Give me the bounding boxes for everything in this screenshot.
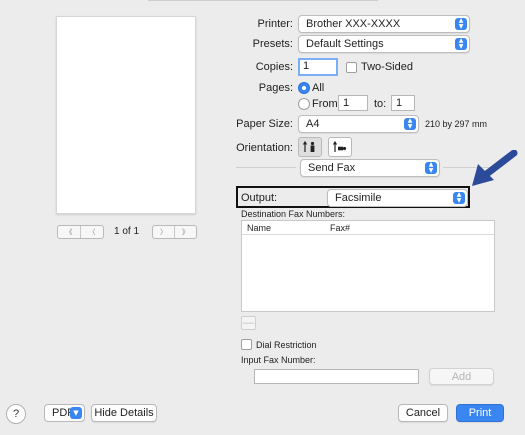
column-header-name: Name xyxy=(247,223,272,233)
pdf-menu-button[interactable]: PDF ▼ xyxy=(44,404,85,422)
section-menu-value: Send Fax xyxy=(308,162,356,174)
portrait-orientation-icon xyxy=(302,140,315,152)
destination-label: Destination Fax Numbers: xyxy=(241,209,346,219)
pages-to-label: to: xyxy=(374,98,387,110)
table-header: Name Fax# xyxy=(242,221,494,235)
chevron-updown-icon: ▲ ▼ xyxy=(453,192,465,204)
chevron-updown-icon: ▲ ▼ xyxy=(455,18,467,30)
dial-restriction-label: Dial Restriction xyxy=(256,340,317,350)
paper-size-value: A4 xyxy=(306,118,320,130)
output-label: Output: xyxy=(241,192,278,204)
arrow-callout-icon xyxy=(472,150,518,186)
landscape-orientation-button[interactable] xyxy=(328,137,352,157)
pages-label: Pages: xyxy=(258,82,293,94)
pages-all-label: All xyxy=(312,82,325,94)
last-page-button[interactable]: 》 xyxy=(174,226,196,238)
pages-from-radio[interactable] xyxy=(298,98,310,110)
presets-select[interactable]: Default Settings ▲ ▼ xyxy=(298,35,470,53)
preview-back-buttons[interactable]: 《 〈 xyxy=(57,225,104,239)
page-indicator: 1 of 1 xyxy=(114,226,140,237)
next-page-button[interactable]: 〉 xyxy=(153,226,174,238)
pages-from-input[interactable]: 1 xyxy=(338,95,368,111)
dial-restriction-checkbox[interactable] xyxy=(241,339,252,350)
preview-forward-buttons[interactable]: 〉 》 xyxy=(152,225,197,239)
add-number-button[interactable]: Add xyxy=(429,368,494,385)
remove-number-button[interactable]: — xyxy=(241,316,256,330)
pages-from-label: From: xyxy=(312,98,341,110)
copies-label: Copies: xyxy=(255,61,293,73)
orientation-label: Orientation: xyxy=(236,142,293,154)
printer-value: Brother XXX-XXXX xyxy=(306,18,401,30)
presets-label: Presets: xyxy=(252,38,293,50)
chevron-updown-icon: ▲ ▼ xyxy=(455,38,467,50)
paper-size-label: Paper Size: xyxy=(236,118,293,130)
paper-size-select[interactable]: A4 ▲ ▼ xyxy=(298,115,419,133)
section-menu-select[interactable]: Send Fax ▲ ▼ xyxy=(300,159,440,177)
two-sided-label: Two-Sided xyxy=(361,61,413,73)
input-fax-label: Input Fax Number: xyxy=(241,355,316,365)
divider-left xyxy=(236,167,296,168)
portrait-orientation-button[interactable] xyxy=(298,137,322,157)
help-button[interactable]: ? xyxy=(6,404,26,424)
printer-select[interactable]: Brother XXX-XXXX ▲ ▼ xyxy=(298,15,470,33)
hide-details-button[interactable]: Hide Details xyxy=(91,404,157,422)
destination-table[interactable]: Name Fax# xyxy=(241,220,495,312)
presets-value: Default Settings xyxy=(306,38,384,50)
paper-dimensions: 210 by 297 mm xyxy=(425,119,488,129)
window-top-edge xyxy=(148,0,378,1)
cancel-button[interactable]: Cancel xyxy=(398,404,448,422)
print-button[interactable]: Print xyxy=(456,404,504,422)
chevron-updown-icon: ▲ ▼ xyxy=(425,162,437,174)
output-select[interactable]: Facsimile ▲ ▼ xyxy=(327,189,468,207)
print-preview xyxy=(56,16,196,214)
printer-label: Printer: xyxy=(257,18,293,30)
previous-page-button[interactable]: 〈 xyxy=(80,226,103,238)
column-header-fax: Fax# xyxy=(330,223,351,233)
landscape-orientation-icon xyxy=(332,140,347,152)
two-sided-checkbox[interactable] xyxy=(346,62,357,73)
fax-number-input[interactable] xyxy=(254,369,419,384)
chevron-updown-icon: ▲ ▼ xyxy=(404,118,416,130)
pages-all-radio[interactable] xyxy=(298,82,310,94)
copies-input[interactable]: 1 xyxy=(298,58,338,76)
pages-to-input[interactable]: 1 xyxy=(391,95,415,111)
chevron-down-icon: ▼ xyxy=(70,407,82,419)
output-value: Facsimile xyxy=(335,192,382,204)
first-page-button[interactable]: 《 xyxy=(58,226,80,238)
